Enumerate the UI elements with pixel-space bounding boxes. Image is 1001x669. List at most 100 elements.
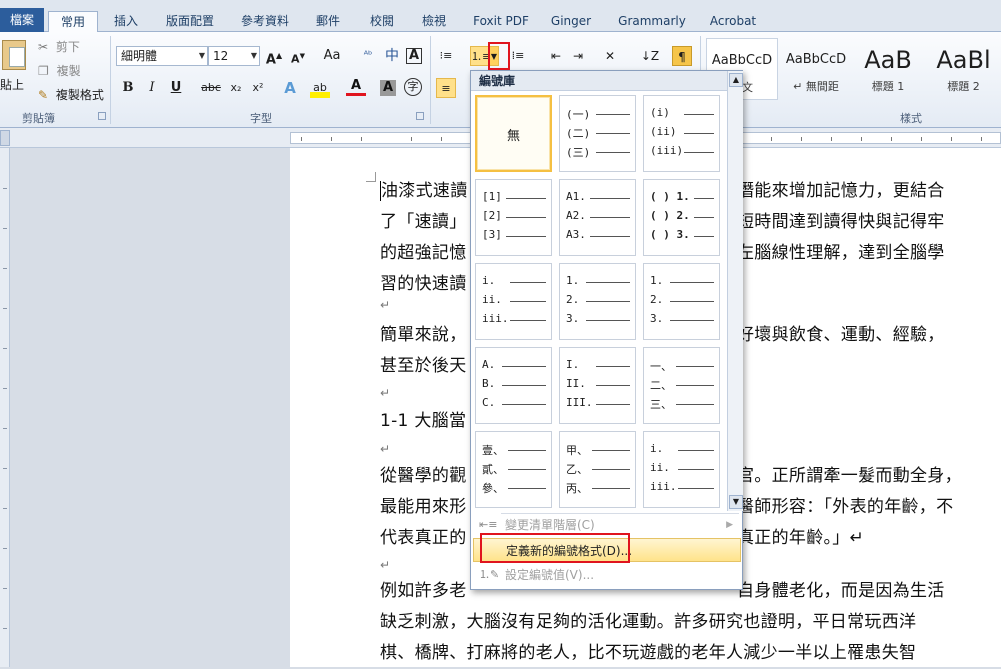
increase-indent-icon[interactable]: ⇥ <box>568 46 588 66</box>
numbering-option[interactable]: [1] [2] [3] <box>475 179 552 256</box>
highlight-box-numbering-arrow <box>488 42 510 70</box>
scroll-down-icon[interactable]: ▼ <box>729 495 743 509</box>
tab-grammarly[interactable]: Grammarly <box>612 11 692 32</box>
style-heading-2[interactable]: AaBl 標題 2 <box>926 38 1001 100</box>
numbering-option[interactable]: 1. 2. 3. <box>643 263 720 340</box>
show-marks-icon[interactable]: ¶ <box>672 46 692 66</box>
numbering-button[interactable]: ⒈≡ <box>470 46 491 66</box>
group-divider <box>430 36 431 124</box>
tab-page-layout[interactable]: 版面配置 <box>156 11 224 32</box>
group-divider <box>110 36 111 124</box>
phonetic-guide-icon[interactable]: 中 <box>382 46 402 66</box>
tab-ginger[interactable]: Ginger <box>546 11 596 32</box>
highlight-icon[interactable]: ab <box>310 78 330 98</box>
tab-references[interactable]: 參考資料 <box>232 11 298 32</box>
paragraph-mark: ↵ <box>380 558 391 572</box>
numbering-gallery: 編號庫 ▲ ▼ 無 (一) (二) (三) (i) (ii) (iii) [1]… <box>470 70 743 590</box>
cut-label: 剪下 <box>55 40 80 54</box>
character-shading-icon[interactable]: A <box>380 80 396 96</box>
numbering-option[interactable]: 甲、 乙、 丙、 <box>559 431 636 508</box>
align-left-icon[interactable]: ≡ <box>436 78 456 98</box>
numbering-value-icon: ⒈✎ <box>479 568 500 581</box>
tab-review[interactable]: 校閱 <box>360 11 404 32</box>
numbering-option-none[interactable]: 無 <box>475 95 552 172</box>
underline-button[interactable]: U <box>166 78 186 98</box>
bold-button[interactable]: B <box>118 78 138 98</box>
style-sample: AaBl <box>936 46 991 74</box>
superscript-button[interactable]: x² <box>248 78 268 98</box>
bullets-icon[interactable]: ⁝≡ <box>436 46 456 66</box>
numbering-library-header: 編號庫 <box>471 71 727 91</box>
paragraph-mark: ↵ <box>380 386 391 400</box>
list-level-icon: ⇤≡ <box>479 518 498 531</box>
strikethrough-button[interactable]: abc <box>198 78 224 98</box>
numbering-option[interactable]: (i) (ii) (iii) <box>643 95 720 172</box>
numbering-option[interactable]: 一、 二、 三、 <box>643 347 720 424</box>
paragraph-mark: ↵ <box>380 298 391 312</box>
change-list-level-label: 變更清單階層(C) <box>505 518 595 532</box>
vertical-ruler <box>0 148 10 667</box>
paste-icon <box>2 40 26 70</box>
decrease-indent-icon[interactable]: ⇤ <box>546 46 566 66</box>
tab-file[interactable]: 檔案 <box>0 8 44 32</box>
numbering-option[interactable]: i. ii. iii. <box>475 263 552 340</box>
numbering-option[interactable]: I. II. III. <box>559 347 636 424</box>
asian-layout-icon[interactable]: ✕ <box>600 46 620 66</box>
tab-view[interactable]: 檢視 <box>412 11 456 32</box>
copy-button[interactable]: ❐ 複製 <box>38 62 81 80</box>
numbering-option[interactable]: ( ) 1. ( ) 2. ( ) 3. <box>643 179 720 256</box>
scroll-up-icon[interactable]: ▲ <box>729 73 743 87</box>
gallery-scrollbar[interactable]: ▲ ▼ <box>727 71 743 511</box>
set-numbering-value-item[interactable]: ⒈✎ 設定編號值(V)... <box>473 563 741 587</box>
font-name-select[interactable]: 細明體 ▼ <box>116 46 208 66</box>
grow-font-icon: A <box>265 52 276 68</box>
multilevel-list-icon[interactable]: ⁞≡ <box>508 46 528 66</box>
chevron-down-icon: ▼ <box>198 51 205 60</box>
chevron-right-icon: ▶ <box>726 520 733 530</box>
numbering-option[interactable]: (一) (二) (三) <box>559 95 636 172</box>
character-border-icon[interactable]: A <box>406 48 422 64</box>
margin-corner-mark <box>366 172 376 182</box>
style-name: 標題 2 <box>947 80 980 93</box>
text-line: 棋、橋牌、打麻將的老人，比不玩遊戲的老年人減少一半以上罹患失智 <box>380 643 917 663</box>
change-case-button[interactable]: Aa <box>318 46 346 66</box>
cut-button[interactable]: ✂ 剪下 <box>38 38 80 56</box>
sort-icon[interactable]: ↓Z <box>640 46 660 66</box>
clear-format-icon[interactable]: ᴬᵇ <box>358 46 378 66</box>
paste-label: 貼上 <box>0 78 25 92</box>
subscript-button[interactable]: x₂ <box>226 78 246 98</box>
numbering-option[interactable]: A. B. C. <box>475 347 552 424</box>
copy-label: 複製 <box>56 64 81 78</box>
style-heading-1[interactable]: AaB 標題 1 <box>852 38 924 100</box>
font-color-button[interactable]: A <box>346 78 366 96</box>
change-case-icon: Aa <box>323 48 341 63</box>
font-launcher-icon[interactable] <box>416 112 424 120</box>
set-numbering-value-label: 設定編號值(V)... <box>505 568 595 582</box>
tab-insert[interactable]: 插入 <box>104 11 148 32</box>
format-painter-button[interactable]: ✎ 複製格式 <box>38 86 104 104</box>
shrink-font-button[interactable]: A▼ <box>288 46 308 66</box>
tab-mailings[interactable]: 郵件 <box>306 11 350 32</box>
clipboard-launcher-icon[interactable] <box>98 112 106 120</box>
italic-button[interactable]: I <box>142 78 162 98</box>
numbering-option[interactable]: A1. A2. A3. <box>559 179 636 256</box>
title-bar <box>0 0 1001 8</box>
tab-home[interactable]: 常用 <box>48 11 98 33</box>
font-size-select[interactable]: 12 ▼ <box>208 46 260 66</box>
ruler-toggle-button[interactable] <box>0 130 10 146</box>
grow-font-button[interactable]: A▲ <box>264 46 284 68</box>
enclose-characters-icon[interactable]: 字 <box>404 78 422 96</box>
none-label: 無 <box>506 129 520 144</box>
numbering-option[interactable]: i. ii. iii. <box>643 431 720 508</box>
style-no-spacing[interactable]: AaBbCcD ↵ 無間距 <box>780 38 852 100</box>
paragraph-mark: ↵ <box>380 442 391 456</box>
numbering-option[interactable]: 壹、 貳、 參、 <box>475 431 552 508</box>
text-effects-icon[interactable]: A <box>280 78 300 98</box>
scissors-icon: ✂ <box>38 40 49 54</box>
text-line: 缺乏刺激，大腦沒有足夠的活化運動。許多研究也證明，平日常玩西洋 <box>380 612 917 632</box>
tab-foxit-pdf[interactable]: Foxit PDF <box>466 11 536 32</box>
tab-acrobat[interactable]: Acrobat <box>702 11 764 32</box>
paste-button[interactable]: 貼上 <box>0 38 30 104</box>
numbering-option[interactable]: 1. 2. 3. <box>559 263 636 340</box>
format-painter-label: 複製格式 <box>55 88 104 102</box>
